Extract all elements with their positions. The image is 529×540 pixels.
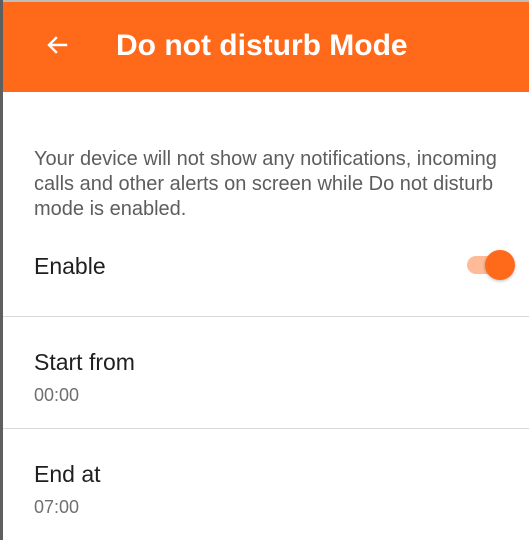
do-not-disturb-screen: Do not disturb Mode Your device will not… [0, 0, 529, 540]
end-time-row[interactable]: End at 07:00 [3, 429, 529, 540]
arrow-left-icon [46, 34, 68, 56]
page-title: Do not disturb Mode [116, 29, 408, 62]
back-button[interactable] [37, 25, 77, 65]
top-app-bar: Do not disturb Mode [3, 0, 529, 92]
start-time-label: Start from [34, 349, 135, 375]
start-time-row[interactable]: Start from 00:00 [3, 317, 529, 429]
enable-setting-row[interactable]: Enable [3, 230, 529, 316]
enable-label: Enable [34, 253, 106, 279]
dnd-description: Your device will not show any notificati… [34, 148, 497, 220]
end-time-value: 07:00 [34, 497, 80, 517]
end-time-label: End at [34, 461, 101, 487]
toggle-thumb [485, 250, 515, 280]
enable-toggle[interactable] [465, 250, 517, 280]
start-time-value: 00:00 [34, 385, 80, 405]
